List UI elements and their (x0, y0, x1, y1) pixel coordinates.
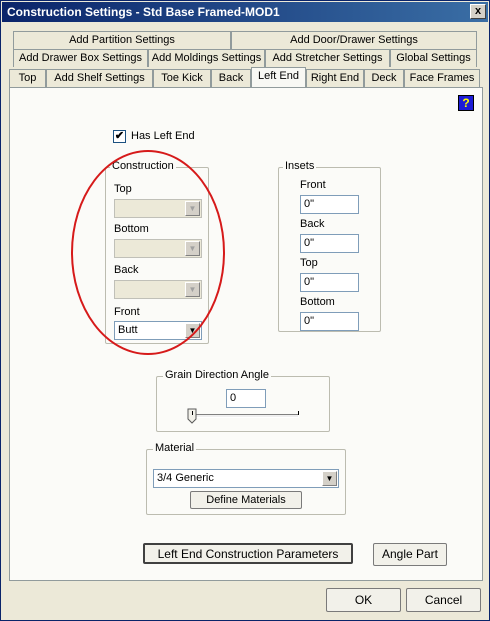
construction-top-select[interactable]: ▼ (114, 199, 202, 218)
tab-back[interactable]: Back (211, 69, 251, 87)
help-icon[interactable]: ? (458, 95, 474, 111)
construction-bottom-select[interactable]: ▼ (114, 239, 202, 258)
slider-tick (298, 411, 299, 415)
insets-top-input[interactable]: 0" (300, 273, 359, 292)
grain-angle-input[interactable]: 0 (226, 389, 266, 408)
chevron-down-icon: ▼ (185, 282, 200, 297)
grain-direction-title: Grain Direction Angle (163, 369, 271, 381)
close-button[interactable]: x (470, 4, 486, 19)
construction-group: Construction Top ▼ Bottom ▼ Back ▼ Front… (105, 160, 209, 344)
tab-top[interactable]: Top (9, 69, 46, 87)
insets-group-title: Insets (283, 160, 317, 172)
insets-bottom-label: Bottom (300, 296, 335, 308)
left-end-construction-parameters-button[interactable]: Left End Construction Parameters (143, 543, 353, 564)
chevron-down-icon: ▼ (185, 241, 200, 256)
tab-left-end[interactable]: Left End (251, 67, 306, 87)
title-bar[interactable]: Construction Settings - Std Base Framed-… (2, 2, 488, 22)
slider-tick (192, 411, 193, 415)
construction-back-select[interactable]: ▼ (114, 280, 202, 299)
construction-group-title: Construction (110, 160, 176, 172)
grain-direction-group: Grain Direction Angle 0 (156, 369, 330, 432)
has-left-end-label: Has Left End (131, 130, 195, 142)
tab-add-door-drawer-settings[interactable]: Add Door/Drawer Settings (231, 31, 477, 49)
construction-settings-window: Construction Settings - Std Base Framed-… (0, 0, 490, 621)
insets-back-input[interactable]: 0" (300, 234, 359, 253)
tab-face-frames[interactable]: Face Frames (404, 69, 480, 87)
material-group: Material 3/4 Generic ▼ Define Materials (146, 442, 346, 515)
angle-part-button[interactable]: Angle Part (373, 543, 447, 566)
insets-front-input[interactable]: 0" (300, 195, 359, 214)
construction-bottom-label: Bottom (114, 223, 149, 235)
window-title: Construction Settings - Std Base Framed-… (7, 5, 280, 19)
ok-button[interactable]: OK (326, 588, 401, 612)
construction-front-label: Front (114, 306, 140, 318)
insets-back-label: Back (300, 218, 325, 230)
grain-angle-slider-track[interactable] (191, 414, 299, 418)
material-select[interactable]: 3/4 Generic ▼ (153, 469, 339, 488)
has-left-end-checkbox[interactable]: ✔ (113, 130, 126, 143)
construction-back-label: Back (114, 264, 139, 276)
insets-front-label: Front (300, 179, 326, 191)
material-select-value: 3/4 Generic (157, 472, 214, 484)
tab-toe-kick[interactable]: Toe Kick (153, 69, 211, 87)
chevron-down-icon: ▼ (185, 201, 200, 216)
insets-top-label: Top (300, 257, 318, 269)
chevron-down-icon: ▼ (185, 323, 200, 338)
chevron-down-icon: ▼ (322, 471, 337, 486)
tab-right-end[interactable]: Right End (306, 69, 364, 87)
tab-add-drawer-box-settings[interactable]: Add Drawer Box Settings (13, 49, 148, 67)
tab-add-stretcher-settings[interactable]: Add Stretcher Settings (265, 49, 390, 67)
material-group-title: Material (153, 442, 197, 454)
tab-add-partition-settings[interactable]: Add Partition Settings (13, 31, 231, 49)
construction-front-value: Butt (118, 324, 138, 336)
cancel-button[interactable]: Cancel (406, 588, 481, 612)
insets-group: Insets Front 0" Back 0" Top 0" Bottom 0" (278, 160, 381, 332)
insets-bottom-input[interactable]: 0" (300, 312, 359, 331)
tab-deck[interactable]: Deck (364, 69, 404, 87)
tab-add-shelf-settings[interactable]: Add Shelf Settings (46, 69, 153, 87)
tab-add-moldings-settings[interactable]: Add Moldings Settings (148, 49, 265, 67)
construction-top-label: Top (114, 183, 132, 195)
construction-front-select[interactable]: Butt ▼ (114, 321, 202, 340)
tab-global-settings[interactable]: Global Settings (390, 49, 477, 67)
left-end-panel: ? ✔ Has Left End Construction Top ▼ Bott… (9, 87, 483, 581)
define-materials-button[interactable]: Define Materials (190, 491, 302, 509)
